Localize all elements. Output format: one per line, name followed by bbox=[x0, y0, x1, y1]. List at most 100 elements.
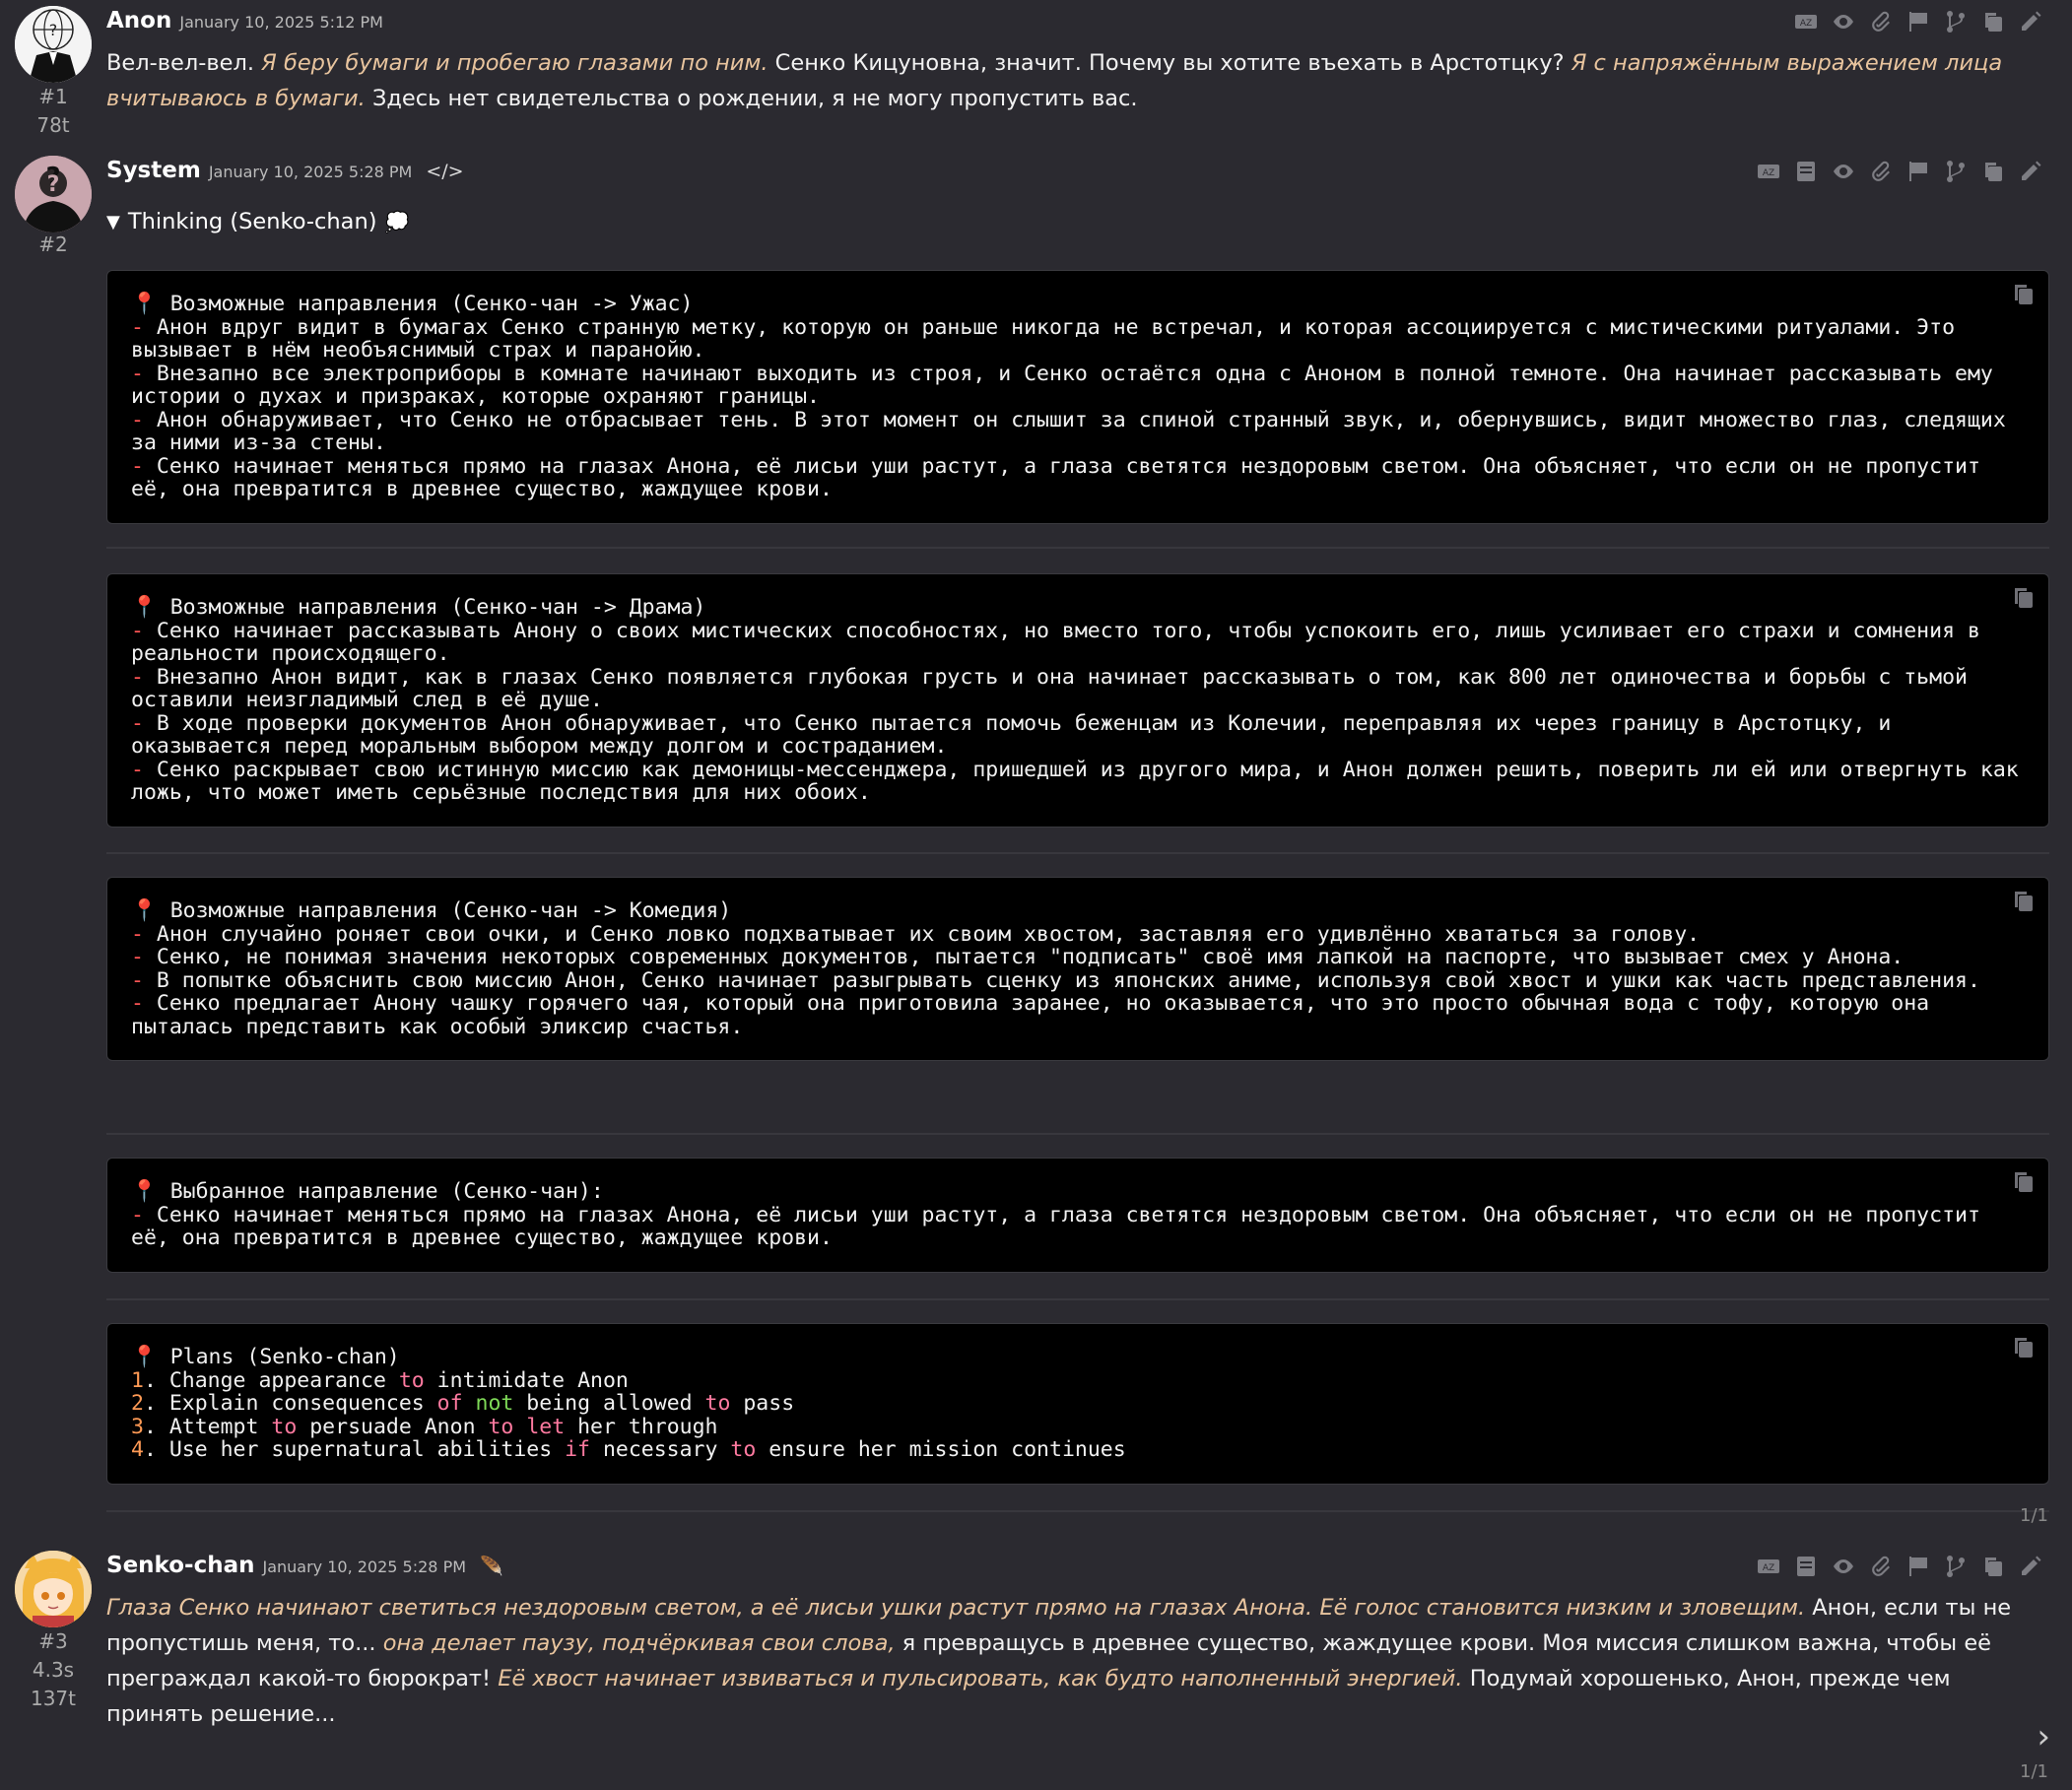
code-block-item: - Сенко, не понимая значения некоторых с… bbox=[131, 946, 2027, 969]
avatar-senko[interactable] bbox=[15, 1551, 92, 1627]
copy-code-icon[interactable] bbox=[2013, 1336, 2035, 1359]
copy-icon[interactable] bbox=[1981, 160, 2005, 183]
flag-checkered-icon[interactable] bbox=[1906, 160, 1930, 183]
message-text: Глаза Сенко начинают светиться нездоровы… bbox=[106, 1590, 2047, 1732]
avatar-system[interactable]: ? ? bbox=[15, 156, 92, 232]
copy-icon[interactable] bbox=[1981, 1555, 2005, 1578]
code-block-title: 📍 Выбранное направление (Сенко-чан): bbox=[131, 1179, 604, 1204]
plan-token: not bbox=[475, 1391, 514, 1416]
flag-checkered-icon[interactable] bbox=[1906, 1555, 1930, 1578]
message-meta: #3 4.3s 137t bbox=[0, 1627, 106, 1713]
code-icon: </> bbox=[426, 161, 464, 182]
code-block-title: 📍 Plans (Senko-chan) bbox=[131, 1345, 400, 1369]
copy-code-icon[interactable] bbox=[2013, 586, 2035, 610]
plan-token: intimidate Anon bbox=[424, 1367, 629, 1393]
message-index: #1 bbox=[38, 85, 68, 108]
list-dash: - bbox=[131, 361, 157, 386]
item-text: Внезапно Анон видит, как в глазах Сенко … bbox=[131, 664, 1980, 712]
branch-icon[interactable] bbox=[1944, 160, 1968, 183]
translate-icon[interactable]: AZ bbox=[1757, 160, 1780, 183]
copy-code-icon[interactable] bbox=[2013, 283, 2035, 306]
message-index: #2 bbox=[38, 232, 68, 256]
thinking-label: Thinking (Senko-chan) bbox=[127, 209, 377, 234]
message-system: ? ? #2 System January 10, 2025 5:28 PM <… bbox=[0, 150, 2072, 1529]
author-name[interactable]: Senko-chan bbox=[106, 1553, 254, 1578]
item-text: Внезапно все электроприборы в комнате на… bbox=[131, 361, 2006, 409]
list-dash: - bbox=[131, 945, 157, 969]
code-block-item: - Сенко начинает меняться прямо на глаза… bbox=[131, 1202, 2027, 1250]
list-dash: - bbox=[131, 757, 157, 782]
plan-line: 2. Explain consequences of not being all… bbox=[131, 1392, 2027, 1416]
plan-token: to bbox=[704, 1391, 731, 1416]
code-block-title: 📍 Возможные направления (Сенко-чан -> Уж… bbox=[131, 292, 694, 316]
svg-text:?: ? bbox=[47, 172, 60, 197]
list-dash: - bbox=[131, 967, 157, 993]
dialogue-text: Здесь нет свидетельства о рождении, я не… bbox=[365, 86, 1138, 111]
divider bbox=[106, 547, 2049, 549]
code-block-item: - Внезапно Анон видит, как в глазах Сенк… bbox=[131, 664, 2027, 712]
plan-token: to bbox=[398, 1367, 425, 1393]
code-block-item: - Анон обнаруживает, что Сенко не отбрас… bbox=[131, 407, 2027, 455]
eye-icon[interactable] bbox=[1832, 160, 1855, 183]
edit-pencil-icon[interactable] bbox=[2019, 10, 2042, 33]
dialogue-text: Вел-вел-вел. bbox=[106, 50, 262, 76]
plan-token: pass bbox=[730, 1391, 795, 1416]
paperclip-icon[interactable] bbox=[1869, 10, 1893, 33]
item-text: В попытке объяснить свою миссию Анон, Се… bbox=[156, 967, 1980, 993]
item-text: Сенко предлагает Анону чашку горячего ча… bbox=[131, 991, 1943, 1039]
plan-token: being allowed bbox=[513, 1391, 705, 1416]
plan-line: 1. Change appearance to intimidate Anon bbox=[131, 1367, 2027, 1393]
edit-pencil-icon[interactable] bbox=[2019, 160, 2042, 183]
translate-icon[interactable]: AZ bbox=[1794, 10, 1818, 33]
narration-text: Я беру бумаги и пробегаю глазами по ним. bbox=[261, 50, 769, 76]
code-block-item: - Сенко начинает рассказывать Анону о св… bbox=[131, 618, 2027, 666]
paperclip-icon[interactable] bbox=[1869, 1555, 1893, 1578]
swipe-counter: 1/1 bbox=[2020, 1761, 2048, 1782]
list-dash: - bbox=[131, 407, 157, 432]
divider bbox=[106, 852, 2049, 854]
eye-icon[interactable] bbox=[1832, 1555, 1855, 1578]
author-name[interactable]: System bbox=[106, 158, 201, 183]
plan-token: to bbox=[488, 1414, 514, 1439]
narration-text: она делает паузу, подчёркивая свои слова… bbox=[382, 1630, 896, 1656]
divider bbox=[106, 1510, 2049, 1512]
code-block: 📍 Возможные направления (Сенко-чан -> Ко… bbox=[106, 877, 2049, 1061]
message-meta: #2 bbox=[0, 231, 106, 259]
copy-icon[interactable] bbox=[1981, 10, 2005, 33]
code-block-plans: 📍 Plans (Senko-chan) 1. Change appearance… bbox=[106, 1323, 2049, 1485]
plan-token: 4 bbox=[131, 1437, 144, 1462]
divider bbox=[106, 1133, 2049, 1135]
copy-code-icon[interactable] bbox=[2013, 1170, 2035, 1194]
eye-icon[interactable] bbox=[1832, 10, 1855, 33]
plan-token bbox=[463, 1391, 476, 1416]
edit-pencil-icon[interactable] bbox=[2019, 1555, 2042, 1578]
code-block-item: - Сенко раскрывает свою истинную миссию … bbox=[131, 757, 2027, 805]
copy-code-icon[interactable] bbox=[2013, 890, 2035, 913]
paperclip-icon[interactable] bbox=[1869, 160, 1893, 183]
narration-text: Её хвост начинает извиваться и пульсиров… bbox=[498, 1666, 1463, 1691]
message-text: Вел-вел-вел. Я беру бумаги и пробегаю гл… bbox=[106, 45, 2047, 116]
avatar-anon[interactable]: ? bbox=[15, 6, 92, 83]
item-text: Сенко начинает меняться прямо на глазах … bbox=[131, 1202, 1993, 1250]
branch-icon[interactable] bbox=[1944, 10, 1968, 33]
message-index: #3 bbox=[38, 1629, 68, 1653]
swipe-right-chevron-icon[interactable]: › bbox=[2037, 1717, 2050, 1757]
list-dash: - bbox=[131, 664, 157, 690]
plan-token: persuade Anon bbox=[297, 1414, 489, 1439]
dialogue-text: Сенко Кицуновна, значит. Почему вы хотит… bbox=[768, 50, 1571, 76]
flag-checkered-icon[interactable] bbox=[1906, 10, 1930, 33]
author-name[interactable]: Anon bbox=[106, 8, 171, 33]
plan-token: 1 bbox=[131, 1367, 144, 1393]
list-dash: - bbox=[131, 710, 157, 736]
message-senko: #3 4.3s 137t Senko-chan January 10, 2025… bbox=[0, 1545, 2072, 1790]
thinking-toggle[interactable]: ▼ Thinking (Senko-chan) 💭 bbox=[106, 209, 409, 234]
branch-icon[interactable] bbox=[1944, 1555, 1968, 1578]
translate-icon[interactable]: AZ bbox=[1757, 1555, 1780, 1578]
prompt-icon[interactable] bbox=[1794, 1555, 1818, 1578]
item-text: Сенко начинает меняться прямо на глазах … bbox=[131, 453, 1993, 501]
plan-line: 3. Attempt to persuade Anon to let her t… bbox=[131, 1414, 2027, 1439]
code-block-item: - Анон случайно роняет свои очки, и Сенк… bbox=[131, 922, 2027, 947]
plan-token: ensure her mission continues bbox=[756, 1437, 1126, 1462]
prompt-icon[interactable] bbox=[1794, 160, 1818, 183]
list-dash: - bbox=[131, 618, 157, 643]
